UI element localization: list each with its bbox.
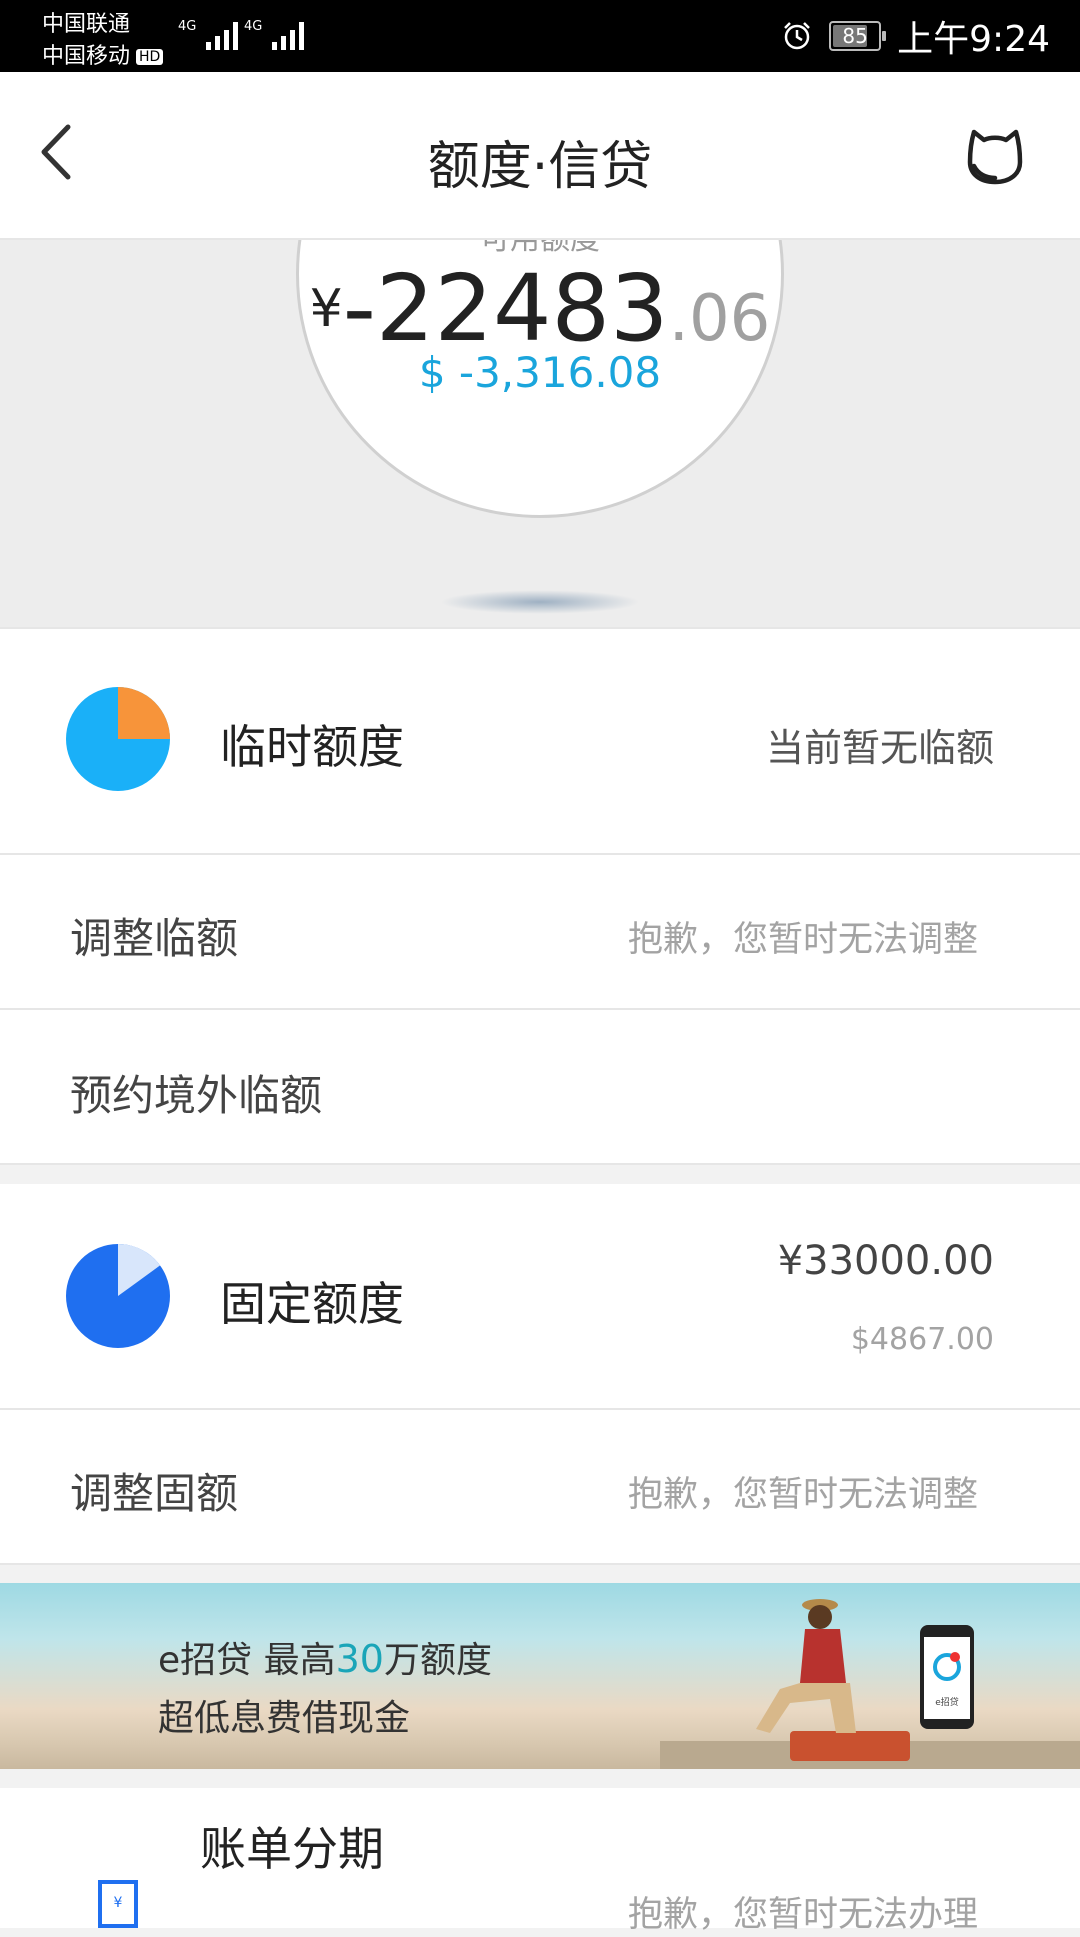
carrier-2: 中国移动 HD xyxy=(42,38,164,70)
status-bar: 中国联通 中国移动 HD 4G 4G 85 上午9:24 xyxy=(0,0,1080,72)
available-credit-panel: 可用额度 ¥-22483.06 $ -3,316.08 xyxy=(0,240,1080,629)
fixed-limit-row[interactable]: 固定额度 ¥33000.00 $4867.00 xyxy=(0,1184,1080,1410)
battery-level: 85 xyxy=(842,24,868,48)
temporary-limit-title: 临时额度 xyxy=(220,720,404,774)
adjust-fixed-limit-status: 抱歉，您暂时无法调整 xyxy=(627,1475,978,1515)
adjust-temp-limit-title: 调整临额 xyxy=(70,914,239,963)
traveler-image xyxy=(756,1599,856,1733)
customer-service-button[interactable] xyxy=(960,122,1030,192)
carrier-1: 中国联通 xyxy=(42,12,131,37)
bill-installment-row[interactable]: ¥ 账单分期 抱歉，您暂时无法办理 xyxy=(0,1788,1080,1935)
fixed-limit-pie-icon xyxy=(66,1244,170,1348)
battery-icon: 85 xyxy=(829,21,887,51)
adjust-temp-limit-row[interactable]: 调整临额 抱歉，您暂时无法调整 xyxy=(0,855,1080,1010)
banner-line-1-suffix: 万额度 xyxy=(383,1640,492,1681)
temporary-limit-pie-icon xyxy=(66,687,170,791)
available-credit-usd: $ -3,316.08 xyxy=(418,348,662,397)
status-right: 85 上午9:24 xyxy=(781,14,1050,60)
network-type-2: 4G xyxy=(244,19,262,34)
fixed-limit-cny: ¥33000.00 xyxy=(777,1238,994,1284)
signal-icon-2: 4G xyxy=(244,19,304,50)
carrier-2-name: 中国移动 xyxy=(42,44,131,69)
bill-installment-status: 抱歉，您暂时无法办理 xyxy=(627,1895,978,1935)
currency-symbol: ¥ xyxy=(309,279,343,339)
circle-shadow xyxy=(440,590,640,614)
page-title: 额度·信贷 xyxy=(427,137,653,197)
alarm-icon xyxy=(784,22,811,50)
banner-line-1-prefix: e招贷 最高 xyxy=(158,1640,336,1681)
bill-icon-glyph: ¥ xyxy=(114,1895,123,1911)
bill-installment-title: 账单分期 xyxy=(200,1822,384,1876)
network-type-1: 4G xyxy=(178,19,196,34)
banner-illustration: e招贷 xyxy=(660,1599,1080,1769)
phone-image: e招贷 xyxy=(920,1625,974,1729)
hd-badge: HD xyxy=(136,49,164,65)
phone-label: e招贷 xyxy=(935,1696,959,1708)
banner-highlight: 30 xyxy=(335,1637,384,1681)
adjust-fixed-limit-title: 调整固额 xyxy=(70,1469,239,1518)
book-overseas-limit-title: 预约境外临额 xyxy=(70,1071,323,1120)
adjust-fixed-limit-row[interactable]: 调整固额 抱歉，您暂时无法调整 xyxy=(0,1410,1080,1565)
banner-line-1: e招贷 最高30万额度 xyxy=(158,1631,492,1683)
status-time: 上午9:24 xyxy=(897,19,1050,60)
bill-icon: ¥ xyxy=(98,1880,138,1928)
nav-bar: 额度·信贷 xyxy=(0,72,1080,240)
fixed-limit-usd: $4867.00 xyxy=(850,1322,994,1357)
suitcase-image xyxy=(790,1731,910,1761)
temporary-limit-status: 当前暂无临额 xyxy=(765,726,994,770)
amount-decimal: .06 xyxy=(668,282,771,356)
amount-integer: -22483 xyxy=(342,255,669,362)
cat-service-icon xyxy=(967,129,1023,185)
adjust-temp-limit-status: 抱歉，您暂时无法调整 xyxy=(627,920,978,960)
e-loan-banner[interactable]: e招贷 最高30万额度 超低息费借现金 e招贷 xyxy=(0,1583,1080,1769)
temporary-limit-row[interactable]: 临时额度 当前暂无临额 xyxy=(0,629,1080,855)
banner-line-2: 超低息费借现金 xyxy=(158,1698,411,1739)
available-credit-amount: ¥-22483.06 xyxy=(0,255,1080,362)
book-overseas-limit-row[interactable]: 预约境外临额 xyxy=(0,1010,1080,1165)
fixed-limit-title: 固定额度 xyxy=(220,1277,404,1331)
